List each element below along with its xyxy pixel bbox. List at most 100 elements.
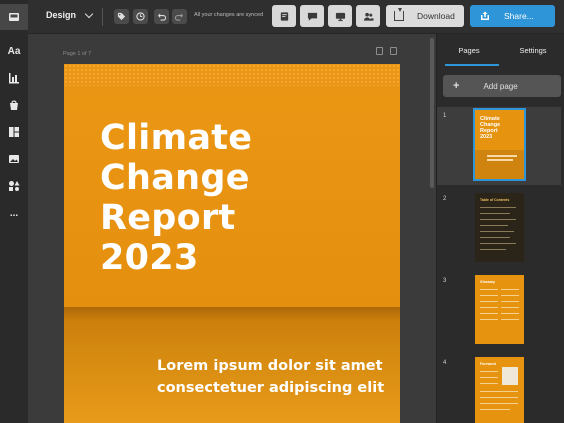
thumbnail-text-line [480, 207, 516, 208]
page-number: 3 [443, 278, 447, 284]
add-page-label: Add page [483, 81, 518, 91]
page-label: Page 1 of 7 [63, 51, 92, 57]
thumbnail-title: Table of Contents [480, 198, 510, 202]
undo-icon [157, 13, 166, 21]
users-icon [363, 12, 374, 21]
tag-icon [117, 12, 126, 21]
share-label: Share... [504, 11, 534, 21]
app: Aa ... Design All your changes are synce… [0, 0, 564, 423]
download-icon [394, 8, 404, 21]
thumbnail-text-line [480, 289, 498, 290]
layout-icon[interactable] [0, 4, 28, 30]
add-page-button[interactable]: + Add page [443, 75, 561, 97]
chart-icon[interactable] [0, 65, 28, 91]
page-thumbnail[interactable]: Climate Change Report 2023 [473, 108, 526, 181]
left-toolbar: Aa ... [0, 0, 28, 423]
thumbnail-text-line [480, 237, 510, 238]
thumbnail-text-line [501, 319, 519, 320]
clock-icon [136, 12, 145, 21]
tab-settings[interactable]: Settings [503, 34, 563, 66]
thumbnail-text-line [480, 383, 498, 384]
page-thumbnail-row[interactable]: 4 Foreword [437, 354, 561, 423]
document-page[interactable]: Climate Change Report 2023 Lorem ipsum d… [64, 64, 400, 423]
tag-button[interactable] [114, 9, 129, 24]
thumbnail-text-line [480, 319, 498, 320]
history-button[interactable] [133, 9, 148, 24]
page-thumbnail-row[interactable]: 1 Climate Change Report 2023 [437, 107, 561, 185]
thumbnail-text-line [480, 225, 508, 226]
page-subtitle[interactable]: Lorem ipsum dolor sit amet consectetuer … [157, 355, 384, 399]
thumbnail-text-line [480, 231, 514, 232]
thumbnail-text-line [480, 301, 498, 302]
thumbnail-text-line [480, 397, 518, 398]
panel-tabs: Pages Settings [437, 34, 564, 66]
present-button[interactable] [328, 5, 352, 27]
monitor-icon [335, 12, 345, 21]
download-button[interactable]: Download [386, 5, 464, 27]
page-thumbnail[interactable]: Glossary [475, 275, 524, 344]
thumbnail-photo [502, 367, 518, 385]
thumbnail-text-line [480, 391, 518, 392]
thumbnail-title: Climate Change Report 2023 [480, 116, 501, 140]
page-thumbnail-row[interactable]: 3 Glossary [437, 272, 561, 350]
thumbnail-text-line [480, 307, 498, 308]
thumbnail-text-line [501, 295, 519, 296]
page-thumbnail[interactable]: Table of Contents [475, 193, 524, 262]
thumbnail-text-line [501, 289, 519, 290]
pages-icon[interactable] [0, 119, 28, 145]
thumbnail-text-line [480, 213, 510, 214]
image-icon[interactable] [0, 146, 28, 172]
thumbnail-text-line [487, 155, 517, 157]
share-button[interactable]: Share... [470, 5, 555, 27]
page-number: 2 [443, 196, 447, 202]
download-label: Download [417, 11, 455, 21]
comment-icon [307, 12, 317, 21]
delete-page-icon[interactable] [390, 47, 397, 55]
plus-icon: + [453, 80, 460, 92]
page-actions [376, 47, 397, 55]
collaborators-button[interactable] [356, 5, 380, 27]
thumbnail-text-line [501, 313, 519, 314]
thumbnail-text-line [487, 159, 513, 161]
sync-status: All your changes are synced [194, 12, 264, 18]
thumbnail-text-line [480, 377, 498, 378]
canvas-area: Page 1 of 7 Climate Change Report 2023 L… [28, 34, 436, 423]
comments-button[interactable] [300, 5, 324, 27]
page-number: 4 [443, 360, 447, 366]
thumbnail-text-line [480, 219, 516, 220]
redo-button[interactable] [172, 9, 187, 24]
thumbnail-title: Glossary [480, 280, 495, 284]
page-number: 1 [443, 113, 447, 119]
thumbnail-text-line [480, 249, 506, 250]
notes-button[interactable] [272, 5, 296, 27]
bag-icon[interactable] [0, 92, 28, 118]
more-icon[interactable]: ... [0, 200, 28, 226]
thumbnail-text-line [501, 307, 519, 308]
mode-dropdown[interactable]: Design [46, 9, 94, 20]
thumbnail-text-line [480, 409, 510, 410]
page-thumbnail[interactable]: Foreword [475, 357, 524, 423]
tab-pages[interactable]: Pages [439, 34, 499, 66]
undo-button[interactable] [154, 9, 169, 24]
divider [102, 8, 103, 26]
redo-icon [175, 13, 184, 21]
share-icon [481, 11, 489, 20]
page-title[interactable]: Climate Change Report 2023 [100, 118, 252, 278]
shapes-icon[interactable] [0, 173, 28, 199]
thumbnail-text-line [480, 403, 518, 404]
thumbnail-text-line [480, 295, 498, 296]
thumbnail-title: Foreword [480, 362, 496, 366]
page-thumbnail-row[interactable]: 2 Table of Contents [437, 190, 561, 268]
mode-label: Design [46, 10, 77, 20]
thumbnail-text-line [480, 371, 498, 372]
dot-pattern [64, 64, 400, 86]
duplicate-page-icon[interactable] [376, 47, 383, 55]
thumbnail-text-line [480, 243, 516, 244]
chevron-down-icon [84, 9, 94, 18]
pages-panel: Pages Settings + Add page 1 Climate Chan… [436, 34, 564, 423]
text-icon[interactable]: Aa [0, 38, 28, 64]
thumbnail-text-line [480, 313, 498, 314]
thumbnail-text-line [501, 301, 519, 302]
canvas-scrollbar[interactable] [430, 38, 434, 188]
top-bar: Design All your changes are synced Downl… [28, 0, 564, 34]
